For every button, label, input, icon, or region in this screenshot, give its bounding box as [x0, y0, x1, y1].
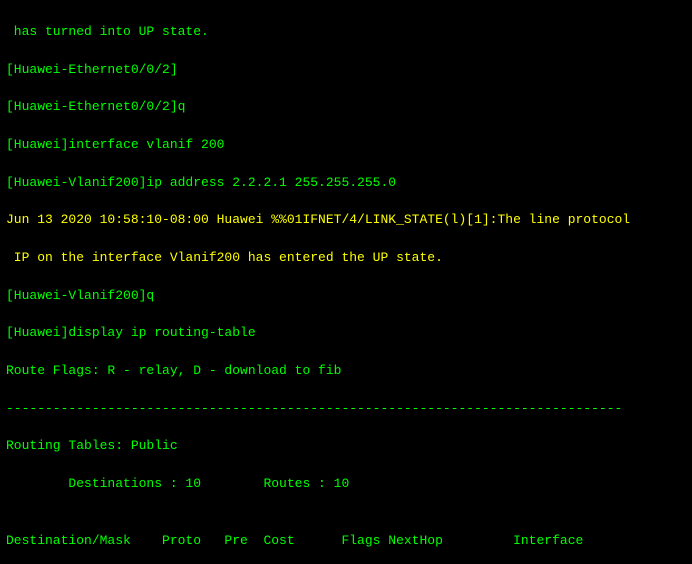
- terminal-line-5: Jun 13 2020 10:58:10-08:00 Huawei %%01IF…: [6, 211, 686, 230]
- terminal-line-11: Routing Tables: Public: [6, 437, 686, 456]
- terminal-line-3: [Huawei]interface vlanif 200: [6, 136, 686, 155]
- terminal-line-10: ----------------------------------------…: [6, 400, 686, 419]
- terminal-line-9: Route Flags: R - relay, D - download to …: [6, 362, 686, 381]
- terminal-line-12: Destinations : 10 Routes : 10: [6, 475, 686, 494]
- terminal-line-14: Destination/Mask Proto Pre Cost Flags Ne…: [6, 532, 686, 551]
- terminal-window[interactable]: has turned into UP state. [Huawei-Ethern…: [0, 0, 692, 564]
- terminal-line-2: [Huawei-Ethernet0/0/2]q: [6, 98, 686, 117]
- terminal-line-1: [Huawei-Ethernet0/0/2]: [6, 61, 686, 80]
- terminal-line-8: [Huawei]display ip routing-table: [6, 324, 686, 343]
- terminal-line-7: [Huawei-Vlanif200]q: [6, 287, 686, 306]
- terminal-line-6: IP on the interface Vlanif200 has entere…: [6, 249, 686, 268]
- terminal-line-4: [Huawei-Vlanif200]ip address 2.2.2.1 255…: [6, 174, 686, 193]
- terminal-line-0: has turned into UP state.: [6, 23, 686, 42]
